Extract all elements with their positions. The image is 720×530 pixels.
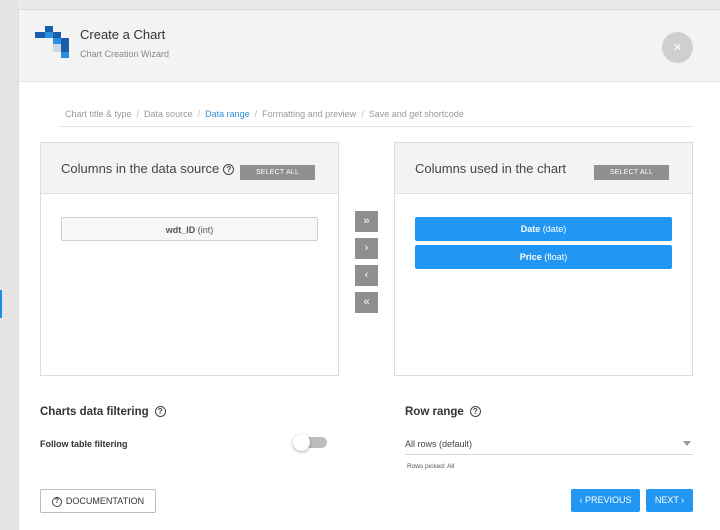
close-button[interactable]: ×	[662, 32, 693, 63]
follow-filtering-toggle-knob[interactable]	[293, 434, 310, 451]
used-select-all-button[interactable]: SELECT ALL	[594, 165, 669, 180]
column-name: Date	[520, 224, 541, 234]
breadcrumb-step-title-type[interactable]: Chart title & type	[65, 109, 132, 119]
follow-filtering-label: Follow table filtering	[40, 439, 128, 449]
breadcrumb-step-formatting[interactable]: Formatting and preview	[262, 109, 356, 119]
documentation-label: DOCUMENTATION	[65, 496, 145, 506]
used-panel-title: Columns used in the chart	[415, 161, 567, 176]
help-icon[interactable]: ?	[223, 164, 235, 175]
source-panel-title: Columns in the data source?	[61, 161, 235, 176]
caret-down-icon	[683, 441, 691, 446]
background-page-accent	[0, 290, 2, 318]
breadcrumb-separator: /	[361, 109, 364, 119]
modal-title: Create a Chart	[80, 27, 166, 42]
breadcrumb-step-data-source[interactable]: Data source	[144, 109, 193, 119]
used-column-item[interactable]: Price (float)	[415, 245, 672, 269]
modal-header: Create a Chart Chart Creation Wizard ×	[19, 10, 720, 82]
help-icon: ?	[51, 497, 62, 507]
add-column-button[interactable]: ›	[355, 238, 378, 259]
add-all-columns-button[interactable]: »	[355, 211, 378, 232]
row-range-title-text: Row range	[405, 406, 464, 418]
wpdatatables-logo-icon	[35, 26, 69, 58]
help-icon[interactable]: ?	[154, 406, 166, 417]
previous-button[interactable]: ‹ PREVIOUS	[571, 489, 640, 512]
source-column-item[interactable]: wdt_ID (int)	[61, 217, 318, 241]
background-page	[0, 0, 18, 530]
source-panel-header: Columns in the data source? SELECT ALL	[41, 143, 338, 194]
help-icon[interactable]: ?	[469, 406, 481, 417]
breadcrumb: Chart title & type / Data source / Data rang…	[65, 109, 464, 119]
column-name: wdt_ID	[165, 225, 196, 235]
row-range-select[interactable]: All rows (default)	[405, 436, 693, 455]
remove-all-columns-button[interactable]: «	[355, 292, 378, 313]
column-type: (int)	[197, 225, 214, 235]
breadcrumb-separator: /	[136, 109, 140, 119]
next-button[interactable]: NEXT ›	[646, 489, 693, 512]
column-name: Price	[519, 252, 542, 262]
breadcrumb-divider	[59, 126, 693, 127]
breadcrumb-step-save[interactable]: Save and get shortcode	[369, 109, 464, 119]
documentation-button[interactable]: ? DOCUMENTATION	[40, 489, 156, 513]
row-range-title: Row range?	[405, 406, 481, 418]
modal-subtitle: Chart Creation Wizard	[80, 49, 170, 59]
breadcrumb-separator: /	[254, 109, 258, 119]
filtering-title-text: Charts data filtering	[40, 406, 149, 418]
chart-wizard-modal: Create a Chart Chart Creation Wizard × C…	[18, 9, 720, 530]
source-panel-title-text: Columns in the data source	[61, 161, 220, 176]
breadcrumb-step-data-range[interactable]: Data range	[205, 109, 250, 119]
column-type: (date)	[542, 224, 567, 234]
used-column-item[interactable]: Date (date)	[415, 217, 672, 241]
source-select-all-button[interactable]: SELECT ALL	[240, 165, 315, 180]
row-range-selected: All rows (default)	[405, 439, 473, 449]
used-columns-panel: Columns used in the chart SELECT ALL Dat…	[394, 142, 693, 376]
close-icon: ×	[673, 39, 682, 56]
filtering-section-title: Charts data filtering?	[40, 406, 166, 418]
column-type: (float)	[544, 252, 568, 262]
remove-column-button[interactable]: ‹	[355, 265, 378, 286]
breadcrumb-separator: /	[197, 109, 201, 119]
used-panel-header: Columns used in the chart SELECT ALL	[395, 143, 692, 194]
rows-picked-text: Rows picked: All	[407, 463, 455, 470]
source-columns-panel: Columns in the data source? SELECT ALL w…	[40, 142, 339, 376]
